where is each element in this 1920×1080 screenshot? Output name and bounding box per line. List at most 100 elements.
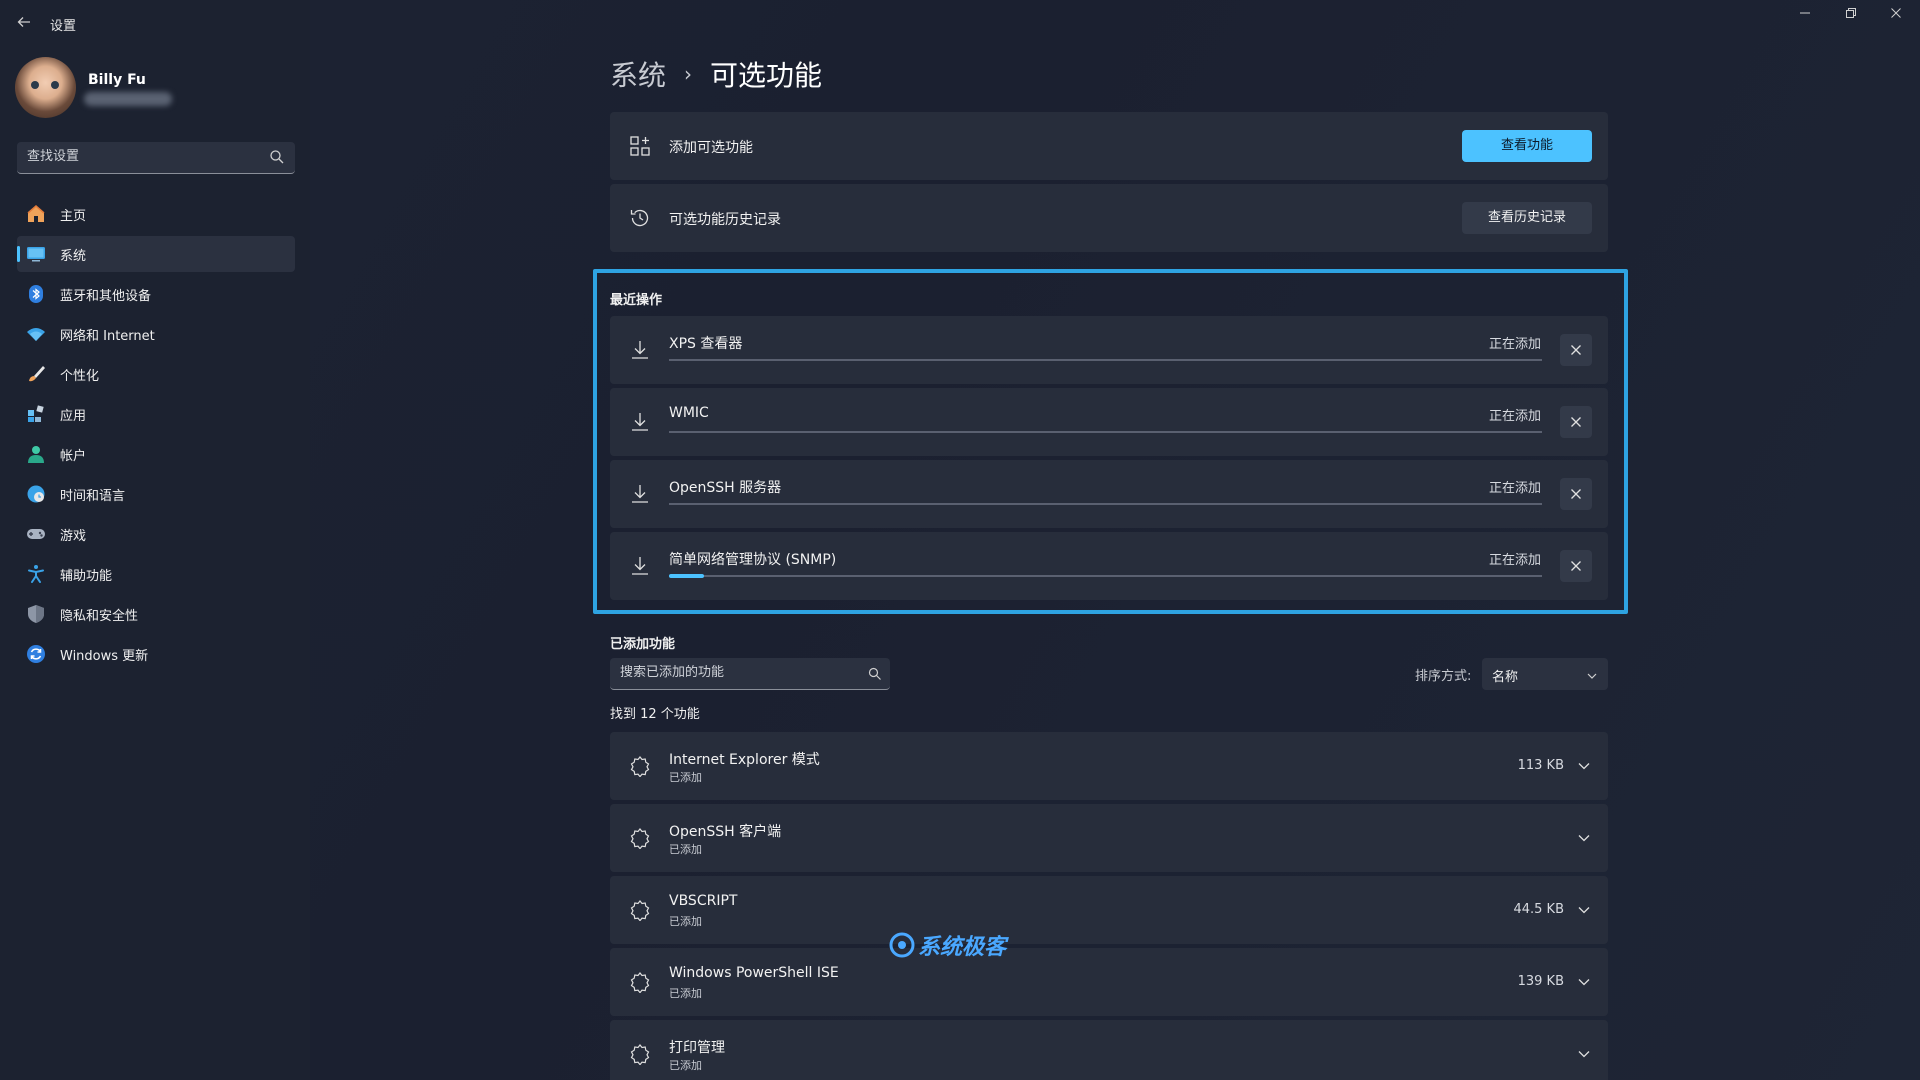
restore-button[interactable] <box>1831 4 1871 28</box>
sidebar-item-label: 网络和 Internet <box>60 328 155 344</box>
settings-search-input[interactable] <box>27 149 257 164</box>
chevron-down-icon[interactable] <box>1576 902 1592 918</box>
sidebar-item-gaming[interactable]: 游戏 <box>17 516 295 552</box>
chevron-down-icon[interactable] <box>1576 1046 1592 1062</box>
watermark-text: 系统极客 <box>918 935 1007 960</box>
sidebar-item-label: Windows 更新 <box>60 648 149 664</box>
sidebar-item-label: 系统 <box>60 248 87 264</box>
feature-status: 已添加 <box>669 843 702 856</box>
sidebar-item-network[interactable]: 网络和 Internet <box>17 316 295 352</box>
sidebar-item-label: 时间和语言 <box>60 488 126 504</box>
added-features-search-input[interactable] <box>620 665 850 680</box>
feature-gear-icon <box>628 898 652 922</box>
wifi-icon <box>26 324 46 344</box>
sidebar-item-label: 隐私和安全性 <box>60 608 139 624</box>
sidebar-item-personalization[interactable]: 个性化 <box>17 356 295 392</box>
feature-gear-icon <box>628 826 652 850</box>
sidebar-item-windows-update[interactable]: Windows 更新 <box>17 636 295 672</box>
chevron-down-icon[interactable] <box>1576 758 1592 774</box>
feature-status: 已添加 <box>669 771 702 784</box>
feature-gear-icon <box>628 754 652 778</box>
sidebar-item-bluetooth[interactable]: 蓝牙和其他设备 <box>17 276 295 312</box>
sidebar-item-label: 主页 <box>60 208 87 224</box>
sidebar-item-home[interactable]: 主页 <box>17 196 295 232</box>
breadcrumb: 系统 › 可选功能 <box>610 54 822 94</box>
close-window-button[interactable] <box>1876 4 1916 28</box>
feature-status: 已添加 <box>669 1059 702 1072</box>
title-bar: 设置 <box>0 0 1920 48</box>
list-item[interactable]: OpenSSH 客户端 已添加 <box>610 804 1608 872</box>
gamepad-icon <box>26 524 46 544</box>
avatar[interactable] <box>15 57 76 118</box>
view-features-button[interactable]: 查看功能 <box>1462 130 1592 162</box>
minimize-button[interactable] <box>1785 4 1825 28</box>
feature-size: 44.5 KB <box>1513 902 1564 917</box>
feature-name: Internet Explorer 模式 <box>669 752 820 768</box>
chevron-down-icon <box>1586 667 1598 686</box>
settings-search-box[interactable] <box>17 142 295 174</box>
sidebar-item-system[interactable]: 系统 <box>17 236 295 272</box>
breadcrumb-separator: › <box>684 62 693 86</box>
account-icon <box>26 444 46 464</box>
brush-icon <box>26 364 46 384</box>
sidebar-item-label: 个性化 <box>60 368 100 384</box>
feature-name: VBSCRIPT <box>669 893 738 909</box>
sidebar-item-time-language[interactable]: 时间和语言 <box>17 476 295 512</box>
add-optional-feature-card: 添加可选功能 查看功能 <box>610 112 1608 180</box>
chevron-down-icon[interactable] <box>1576 974 1592 990</box>
sidebar-item-label: 应用 <box>60 408 87 424</box>
bluetooth-icon <box>26 284 46 304</box>
sort-value: 名称 <box>1492 670 1519 685</box>
watermark: 系统极客 <box>888 929 1006 961</box>
sidebar-item-label: 帐户 <box>60 448 87 464</box>
page-title: 可选功能 <box>710 59 823 92</box>
sidebar-item-label: 蓝牙和其他设备 <box>60 288 152 304</box>
globe-icon <box>26 484 46 504</box>
feature-name: Windows PowerShell ISE <box>669 965 839 981</box>
feature-name: OpenSSH 客户端 <box>669 824 782 840</box>
search-icon[interactable] <box>269 149 285 165</box>
feature-name: 打印管理 <box>669 1040 725 1056</box>
back-arrow-icon[interactable] <box>14 14 34 34</box>
history-label: 可选功能历史记录 <box>669 212 781 228</box>
feature-gear-icon <box>628 1042 652 1066</box>
list-item[interactable]: VBSCRIPT 已添加 44.5 KB <box>610 876 1608 944</box>
app-title: 设置 <box>50 19 77 34</box>
breadcrumb-system-link[interactable]: 系统 <box>610 54 666 94</box>
recent-actions-highlight <box>593 269 1628 614</box>
chevron-down-icon[interactable] <box>1576 830 1592 846</box>
accessibility-icon <box>26 564 46 584</box>
added-features-title: 已添加功能 <box>610 637 676 652</box>
system-icon <box>26 244 46 264</box>
list-item[interactable]: Windows PowerShell ISE 已添加 139 KB <box>610 948 1608 1016</box>
add-feature-icon <box>628 134 652 158</box>
feature-size: 113 KB <box>1517 758 1564 773</box>
sidebar-nav: 主页 系统 蓝牙和其他设备 网络和 Internet 个性化 应用 帐户 时间和… <box>17 196 295 676</box>
sidebar-item-accounts[interactable]: 帐户 <box>17 436 295 472</box>
sort-label: 排序方式: <box>1415 669 1472 684</box>
shield-icon <box>26 604 46 624</box>
sidebar-item-label: 游戏 <box>60 528 87 544</box>
feature-status: 已添加 <box>669 987 702 1000</box>
history-icon <box>628 206 652 230</box>
user-email-redacted <box>84 92 172 106</box>
feature-size: 139 KB <box>1517 974 1564 989</box>
list-item[interactable]: Internet Explorer 模式 已添加 113 KB <box>610 732 1608 800</box>
search-icon[interactable] <box>868 666 882 680</box>
found-count: 找到 12 个功能 <box>610 707 700 722</box>
list-item[interactable]: 打印管理 已添加 <box>610 1020 1608 1080</box>
home-icon <box>26 204 46 224</box>
feature-history-card: 可选功能历史记录 查看历史记录 <box>610 184 1608 252</box>
sidebar-item-apps[interactable]: 应用 <box>17 396 295 432</box>
view-history-button[interactable]: 查看历史记录 <box>1462 202 1592 234</box>
update-icon <box>26 644 46 664</box>
user-name: Billy Fu <box>88 72 146 88</box>
sidebar-item-label: 辅助功能 <box>60 568 113 584</box>
add-feature-label: 添加可选功能 <box>669 140 753 156</box>
sidebar-item-accessibility[interactable]: 辅助功能 <box>17 556 295 592</box>
feature-status: 已添加 <box>669 915 702 928</box>
added-features-search-box[interactable] <box>610 658 890 690</box>
sidebar-item-privacy[interactable]: 隐私和安全性 <box>17 596 295 632</box>
sort-dropdown[interactable]: 名称 <box>1482 658 1608 690</box>
apps-icon <box>26 404 46 424</box>
